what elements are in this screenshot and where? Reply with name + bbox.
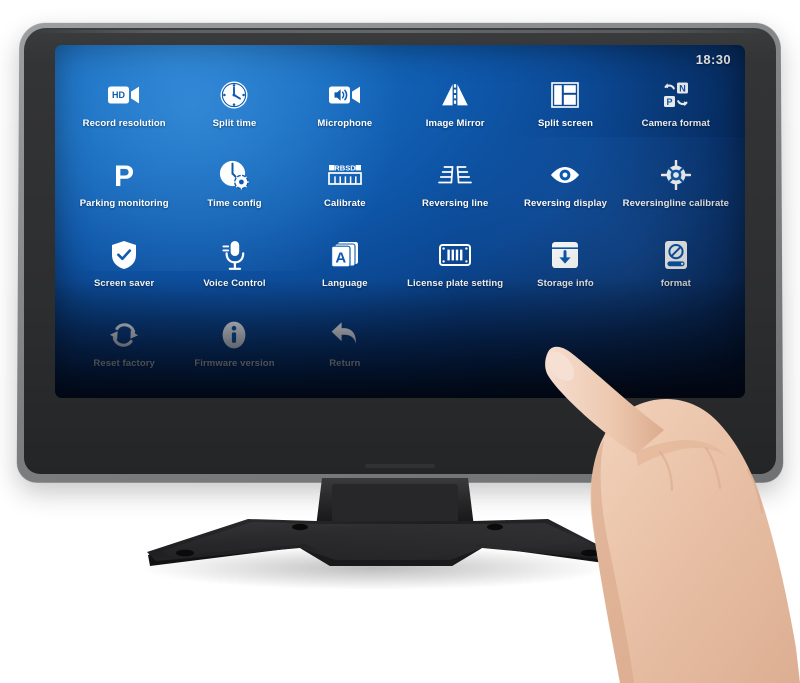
letter-p-icon: P (107, 158, 141, 192)
menu-item-format[interactable]: format (621, 238, 731, 318)
microphone-icon (217, 238, 251, 272)
menu-label: Image Mirror (425, 118, 485, 129)
menu-item-split-time[interactable]: Split time (179, 78, 289, 158)
menu-item-voice-control[interactable]: Voice Control (179, 238, 289, 318)
stand-neck (316, 478, 474, 527)
menu-item-time-config[interactable]: Time config (179, 158, 289, 238)
svg-text:P: P (114, 160, 134, 190)
menu-label: Microphone (317, 118, 373, 129)
menu-label: Reversingline calibrate (622, 198, 729, 209)
menu-item-return[interactable]: Return (290, 318, 400, 398)
letter-a-cards-icon: A (328, 238, 362, 272)
clock-gear-icon (217, 158, 251, 192)
menu-label: Reversing line (421, 198, 489, 209)
stand-screw-hole (487, 523, 503, 531)
menu-item-parking-monitoring[interactable]: P Parking monitoring (69, 158, 179, 238)
svg-text:P: P (666, 97, 672, 107)
menu-label: License plate setting (407, 278, 504, 289)
disk-prohibited-icon (659, 238, 693, 272)
menu-item-storage-info[interactable]: Storage info (510, 238, 620, 318)
menu-label: Split screen (537, 118, 594, 129)
stand-neck-panel (332, 484, 458, 522)
menu-item-reversing-display[interactable]: Reversing display (510, 158, 620, 238)
menu-label: Storage info (537, 278, 594, 289)
refresh-cycle-icon (107, 318, 141, 352)
menu-item-firmware-version[interactable]: Firmware version (179, 318, 289, 398)
clock-icon (217, 78, 251, 112)
status-bar-clock: 18:30 (695, 52, 731, 67)
menu-label: Screen saver (93, 278, 155, 289)
menu-item-language[interactable]: A Language (290, 238, 400, 318)
stand-base-top (147, 519, 608, 566)
stand-screw-hole (292, 523, 308, 531)
speaker-camcorder-icon (328, 78, 362, 112)
parking-guide-lines-icon (438, 158, 473, 192)
device-screen[interactable]: 18:30 HD Record resolution Split time Mi… (55, 45, 745, 398)
stand-base-highlight (162, 522, 602, 560)
ntsc-pal-switch-icon: N P (659, 78, 693, 112)
menu-item-calibrate[interactable]: RBSD Calibrate (290, 158, 400, 238)
info-circle-icon (217, 318, 251, 352)
license-plate-icon (438, 238, 472, 272)
bezel-chin-notch (365, 464, 435, 468)
menu-item-license-plate-setting[interactable]: License plate setting (400, 238, 510, 318)
menu-item-reset-factory[interactable]: Reset factory (69, 318, 179, 398)
menu-label: Language (321, 278, 368, 289)
menu-label: format (660, 278, 691, 289)
split-screen-layout-icon (548, 78, 582, 112)
menu-item-image-mirror[interactable]: Image Mirror (400, 78, 510, 158)
svg-text:HD: HD (112, 90, 125, 100)
stand-screw-hole (581, 549, 599, 557)
menu-label: Record resolution (82, 118, 166, 129)
storage-download-icon (548, 238, 582, 272)
menu-label: Voice Control (203, 278, 266, 289)
menu-label: Calibrate (324, 198, 366, 209)
touchscreen-monitor: 18:30 HD Record resolution Split time Mi… (16, 22, 784, 483)
stand-base-right-wing (472, 521, 606, 563)
back-arrow-icon (328, 318, 362, 352)
menu-item-screen-saver[interactable]: Screen saver (69, 238, 179, 318)
eye-icon (548, 158, 582, 192)
svg-text:A: A (335, 249, 346, 266)
stand-screw-hole (176, 549, 194, 557)
stand-base-front-lip (300, 548, 482, 566)
settings-icon-grid: HD Record resolution Split time Micropho… (69, 78, 731, 398)
svg-text:N: N (679, 83, 686, 93)
svg-text:RBSD: RBSD (334, 164, 356, 173)
menu-item-record-resolution[interactable]: HD Record resolution (69, 78, 179, 158)
menu-label: Firmware version (194, 358, 275, 369)
screenshot-stage: 18:30 HD Record resolution Split time Mi… (0, 0, 800, 683)
menu-label: Time config (207, 198, 262, 209)
menu-item-microphone[interactable]: Microphone (290, 78, 400, 158)
stand-base-left-wing (148, 521, 318, 566)
menu-label: Parking monitoring (79, 198, 169, 209)
menu-item-camera-format[interactable]: N P Camera format (621, 78, 731, 158)
menu-label: Camera format (641, 118, 710, 129)
menu-label: Reversing display (523, 198, 607, 209)
crosshair-target-icon (659, 158, 693, 192)
shield-check-icon (107, 238, 141, 272)
menu-label: Reset factory (93, 358, 155, 369)
rbsd-ruler-icon: RBSD (327, 158, 362, 192)
menu-item-reversingline-calibrate[interactable]: Reversingline calibrate (621, 158, 731, 238)
menu-label: Return (329, 358, 361, 369)
stand-ground-shadow (140, 546, 610, 590)
menu-label: Split time (212, 118, 257, 129)
hd-camcorder-icon: HD (107, 78, 141, 112)
mirror-triangles-icon (438, 78, 472, 112)
menu-item-split-screen[interactable]: Split screen (510, 78, 620, 158)
menu-item-reversing-line[interactable]: Reversing line (400, 158, 510, 238)
